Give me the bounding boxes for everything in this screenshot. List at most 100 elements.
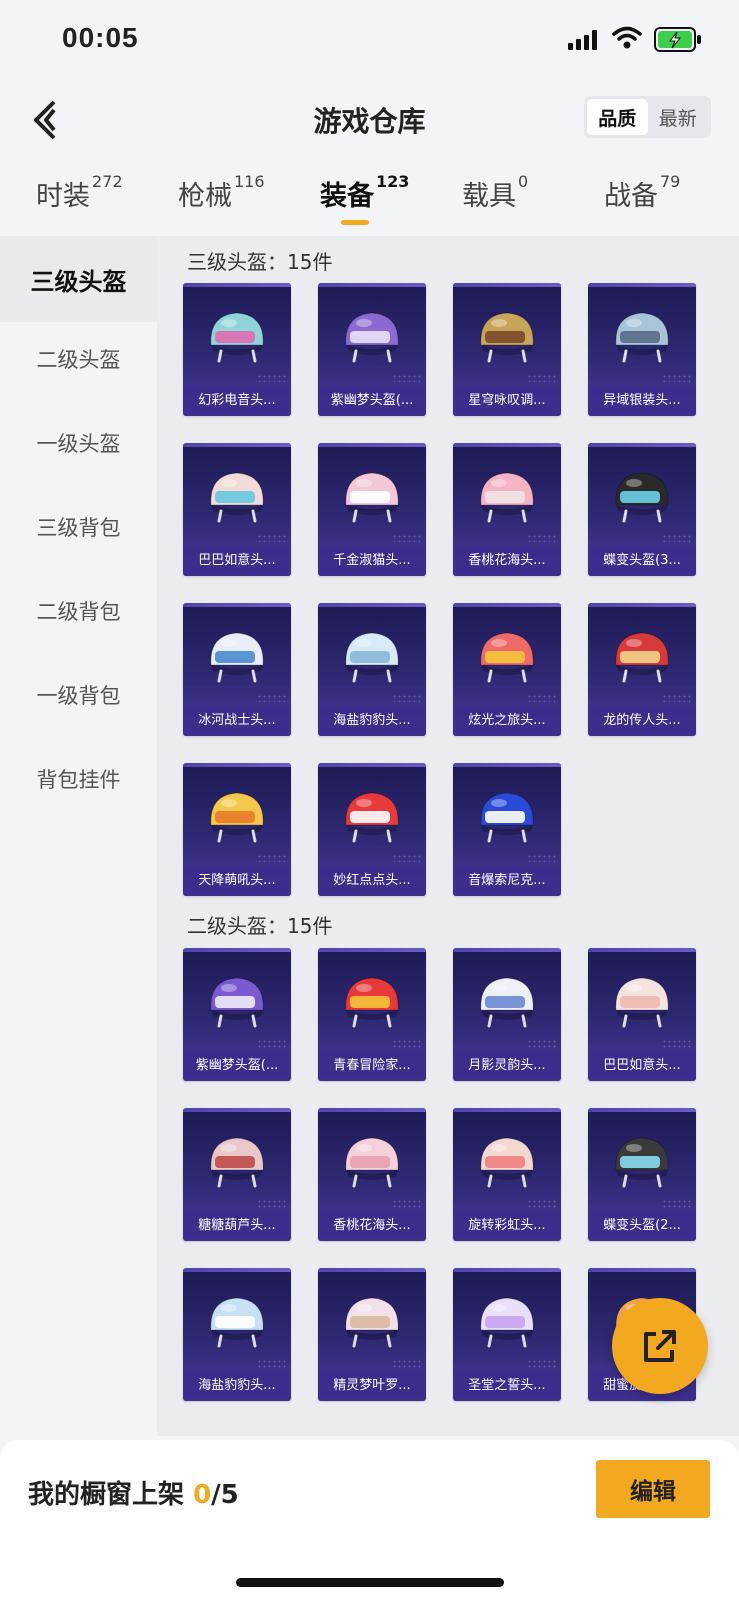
sidebar-item-level2-backpack[interactable]: 二级背包	[0, 568, 157, 654]
item-card[interactable]: 蝶变头盔(3...	[588, 443, 696, 576]
card-pattern	[392, 534, 422, 544]
helmet-icon	[615, 1137, 669, 1188]
helmet-icon	[480, 632, 534, 683]
card-pattern	[392, 1199, 422, 1209]
helmet-icon	[345, 977, 399, 1028]
active-tab-indicator	[341, 220, 369, 225]
item-card[interactable]: 海盐豹豹头...	[318, 603, 426, 736]
sidebar-item-backpack-charm[interactable]: 背包挂件	[0, 736, 157, 822]
tab-label: 枪械	[178, 181, 232, 212]
card-glow	[588, 443, 696, 447]
tab-count: 79	[660, 172, 681, 191]
item-name: 海盐豹豹头...	[183, 1371, 291, 1401]
item-name: 妙红点点头...	[318, 866, 426, 896]
tab-count: 123	[376, 172, 410, 191]
tab-fashion[interactable]: 时装 272	[36, 172, 123, 213]
tab-combat-gear[interactable]: 战备 79	[604, 172, 681, 213]
item-card[interactable]: 炫光之旅头...	[453, 603, 561, 736]
item-name: 幻彩电音头...	[183, 386, 291, 416]
wifi-icon	[612, 26, 642, 49]
item-grid: 三级头盔：15件 二级头盔：15件 幻彩电音头... 紫幽梦头盔(... 星穹咏叹调…	[157, 236, 739, 1436]
card-pattern	[527, 534, 557, 544]
item-card[interactable]: 龙的传人头...	[588, 603, 696, 736]
sidebar-item-level3-backpack[interactable]: 三级背包	[0, 484, 157, 570]
tab-equipment[interactable]: 装备 123	[320, 172, 410, 213]
card-glow	[588, 603, 696, 607]
helmet-icon	[480, 312, 534, 363]
card-glow	[183, 603, 291, 607]
card-pattern	[392, 1039, 422, 1049]
item-card[interactable]: 冰河战士头...	[183, 603, 291, 736]
item-card[interactable]: 音爆索尼克...	[453, 763, 561, 896]
card-glow	[453, 763, 561, 767]
tab-label: 载具	[462, 181, 516, 212]
item-name: 香桃花海头...	[453, 546, 561, 576]
item-card[interactable]: 旋转彩虹头...	[453, 1108, 561, 1241]
item-name: 星穹咏叹调...	[453, 386, 561, 416]
card-pattern	[257, 1039, 287, 1049]
edit-button[interactable]: 编辑	[596, 1460, 710, 1518]
card-pattern	[392, 854, 422, 864]
item-card[interactable]: 千金淑猫头...	[318, 443, 426, 576]
sidebar-item-level1-helmet[interactable]: 一级头盔	[0, 400, 157, 486]
item-card[interactable]: 月影灵韵头...	[453, 948, 561, 1081]
card-glow	[453, 1268, 561, 1272]
helmet-icon	[480, 472, 534, 523]
item-card[interactable]: 香桃花海头...	[453, 443, 561, 576]
item-card[interactable]: 紫幽梦头盔(...	[318, 283, 426, 416]
tab-label: 时装	[36, 181, 90, 212]
sort-option-newest[interactable]: 最新	[648, 99, 709, 135]
tab-weapons[interactable]: 枪械 116	[178, 172, 265, 213]
item-card[interactable]: 精灵梦叶罗...	[318, 1268, 426, 1401]
item-name: 月影灵韵头...	[453, 1051, 561, 1081]
item-name: 香桃花海头...	[318, 1211, 426, 1241]
item-name: 巴巴如意头...	[183, 546, 291, 576]
card-glow	[588, 948, 696, 952]
sidebar-item-level1-backpack[interactable]: 一级背包	[0, 652, 157, 738]
item-card[interactable]: 圣堂之誓头...	[453, 1268, 561, 1401]
item-card[interactable]: 海盐豹豹头...	[183, 1268, 291, 1401]
item-card[interactable]: 糖糖葫芦头...	[183, 1108, 291, 1241]
status-bar: 00:05	[0, 0, 739, 80]
card-pattern	[662, 1199, 692, 1209]
sidebar-item-level2-helmet[interactable]: 二级头盔	[0, 316, 157, 402]
card-pattern	[257, 854, 287, 864]
helmet-icon	[210, 632, 264, 683]
helmet-icon	[210, 312, 264, 363]
signal-icon	[568, 30, 597, 50]
helmet-icon	[480, 1137, 534, 1188]
item-name: 千金淑猫头...	[318, 546, 426, 576]
item-card[interactable]: 青春冒险家...	[318, 948, 426, 1081]
home-indicator	[236, 1578, 504, 1587]
item-name: 糖糖葫芦头...	[183, 1211, 291, 1241]
item-card[interactable]: 星穹咏叹调...	[453, 283, 561, 416]
item-card[interactable]: 香桃花海头...	[318, 1108, 426, 1241]
item-name: 紫幽梦头盔(...	[318, 386, 426, 416]
item-card[interactable]: 幻彩电音头...	[183, 283, 291, 416]
sort-option-quality[interactable]: 品质	[587, 99, 648, 135]
item-card[interactable]: 巴巴如意头...	[588, 948, 696, 1081]
header: 游戏仓库 品质 最新	[0, 80, 739, 160]
showcase-status: 我的橱窗上架 0/5	[28, 1474, 239, 1511]
sidebar-item-level3-helmet[interactable]: 三级头盔	[0, 236, 157, 322]
tab-count: 0	[518, 172, 529, 191]
card-pattern	[527, 1199, 557, 1209]
helmet-icon	[615, 472, 669, 523]
card-pattern	[257, 534, 287, 544]
item-card[interactable]: 紫幽梦头盔(...	[183, 948, 291, 1081]
helmet-icon	[615, 312, 669, 363]
item-name: 炫光之旅头...	[453, 706, 561, 736]
item-card[interactable]: 巴巴如意头...	[183, 443, 291, 576]
share-button[interactable]	[612, 1298, 708, 1394]
helmet-icon	[210, 792, 264, 843]
helmet-icon	[345, 472, 399, 523]
helmet-icon	[210, 977, 264, 1028]
card-glow	[318, 1108, 426, 1112]
item-name: 龙的传人头...	[588, 706, 696, 736]
tab-vehicles[interactable]: 载具 0	[462, 172, 529, 213]
item-card[interactable]: 异域银装头...	[588, 283, 696, 416]
helmet-icon	[345, 1297, 399, 1348]
item-card[interactable]: 妙红点点头...	[318, 763, 426, 896]
item-card[interactable]: 天降萌吼头...	[183, 763, 291, 896]
item-card[interactable]: 蝶变头盔(2...	[588, 1108, 696, 1241]
